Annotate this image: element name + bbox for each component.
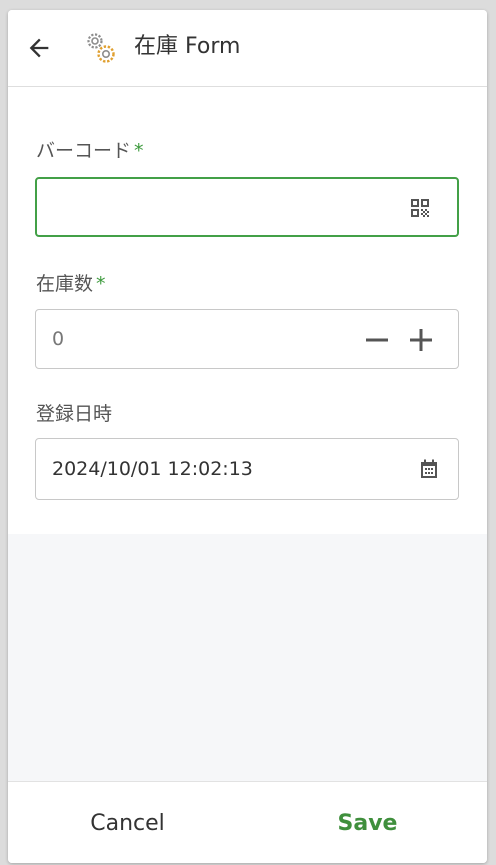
- required-mark: *: [96, 273, 106, 295]
- barcode-label-text: バーコード: [36, 140, 132, 162]
- plus-icon: [410, 329, 432, 351]
- save-button[interactable]: Save: [248, 782, 487, 863]
- barcode-label: バーコード *: [36, 139, 144, 163]
- inventory-form: バーコード * 在庫数 * 0 登録日時 2024/10/01 12:02:13: [8, 87, 487, 534]
- action-bar: Cancel Save: [8, 781, 487, 863]
- quantity-stepper[interactable]: [35, 309, 459, 369]
- decrement-button[interactable]: [362, 325, 392, 355]
- registered-at-field[interactable]: [35, 438, 459, 500]
- app-header: 在庫 Form: [8, 10, 487, 87]
- quantity-input[interactable]: [52, 310, 352, 368]
- qr-code-scan-icon: [411, 199, 429, 217]
- registered-at-input[interactable]: [52, 439, 372, 499]
- arrow-left-icon: [29, 38, 49, 58]
- quantity-label: 在庫数 *: [36, 272, 106, 296]
- quantity-label-text: 在庫数: [36, 273, 94, 295]
- calendar-icon: [421, 459, 437, 478]
- cancel-button[interactable]: Cancel: [8, 782, 247, 863]
- back-button[interactable]: [22, 31, 56, 65]
- barcode-input[interactable]: [53, 179, 353, 235]
- form-card: 在庫 Form バーコード * 在庫数 * 0 登録日時 2024/10/01 …: [8, 10, 487, 863]
- increment-button[interactable]: [406, 325, 436, 355]
- gears-icon: [87, 33, 115, 63]
- page-title: 在庫 Form: [134, 34, 241, 59]
- registered-at-label: 登録日時: [36, 403, 113, 425]
- barcode-scan-button[interactable]: [407, 195, 433, 221]
- required-mark: *: [134, 140, 144, 162]
- barcode-field[interactable]: [35, 177, 459, 237]
- minus-icon: [366, 338, 388, 342]
- date-picker-button[interactable]: [416, 456, 442, 482]
